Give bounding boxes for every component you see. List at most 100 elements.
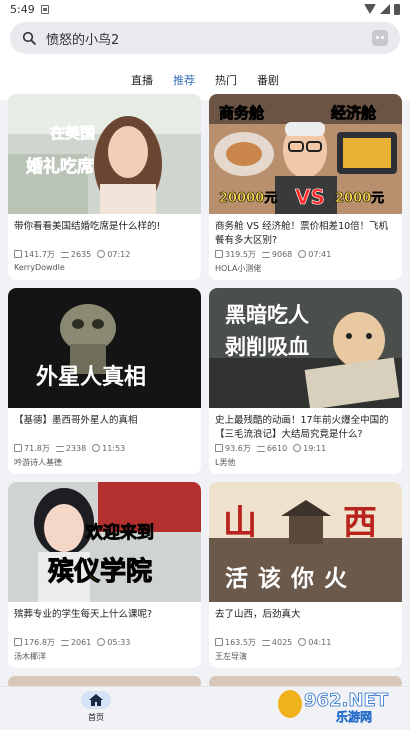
danmaku-icon xyxy=(256,446,265,452)
video-card[interactable]: 外星人真相 【基德】墨西哥外星人的真相 71.8万 2338 11:53 吟游诗… xyxy=(8,288,201,474)
video-thumbnail[interactable]: 山 西 活该你火 xyxy=(209,482,402,602)
author-name[interactable]: 吟游诗人基德 xyxy=(8,454,201,468)
video-stats: 176.8万 2061 05:33 xyxy=(8,636,201,648)
duration: 07:12 xyxy=(107,250,131,259)
home-icon[interactable] xyxy=(81,691,111,709)
danmaku-count: 2338 xyxy=(65,444,87,453)
video-title[interactable]: 带你看看美国结婚吃席是什么样的! xyxy=(8,214,201,248)
nav-home-label: 首页 xyxy=(88,713,104,722)
thumb-caption: 20000元 xyxy=(219,191,277,206)
play-count-icon xyxy=(215,444,223,452)
danmaku-icon xyxy=(60,640,69,646)
video-thumbnail[interactable]: 欢迎来到 殡仪学院 xyxy=(8,482,201,602)
thumb-caption: 经济舱 xyxy=(331,104,377,122)
thumb-caption: 2000元 xyxy=(335,191,384,206)
search-icon xyxy=(22,31,36,45)
watermark-text: 962.NET xyxy=(304,690,389,711)
wifi-icon xyxy=(364,4,376,14)
video-thumbnail[interactable]: 外星人真相 xyxy=(8,288,201,408)
duration: 11:53 xyxy=(102,444,126,453)
thumb-caption: 商务舱 xyxy=(219,104,265,122)
video-stats: 71.8万 2338 11:53 xyxy=(8,442,201,454)
author-name[interactable]: HOLA小测佬 xyxy=(209,260,402,274)
status-bar: 5:49 xyxy=(0,0,410,18)
thumb-caption: 欢迎来到 xyxy=(85,522,154,543)
site-watermark: 962.NET 乐游网 xyxy=(278,690,389,724)
danmaku-count: 4025 xyxy=(271,638,293,647)
duration: 19:11 xyxy=(303,444,327,453)
danmaku-count: 2635 xyxy=(70,250,92,259)
video-thumbnail[interactable]: 黑暗吃人 剥削吸血 xyxy=(209,288,402,408)
thumb-caption: 婚礼吃席 xyxy=(26,156,94,177)
video-title[interactable]: 【基德】墨西哥外星人的真相 xyxy=(8,408,201,442)
video-card[interactable]: 山 西 活该你火 去了山西，后劲真大 163.5万 4025 04:11 王左导… xyxy=(209,482,402,668)
thumb-caption: 外星人真相 xyxy=(36,364,146,390)
thumb-caption: 殡仪学院 xyxy=(48,556,152,587)
video-stats: 319.5万 9068 07:41 xyxy=(209,248,402,260)
thumb-caption: VS xyxy=(295,185,325,209)
danmaku-icon xyxy=(55,446,64,452)
clock-icon xyxy=(298,250,307,258)
video-card[interactable] xyxy=(8,676,201,686)
video-stats: 141.7万 2635 07:12 xyxy=(8,248,201,260)
video-thumbnail[interactable]: 在美国 婚礼吃席 xyxy=(8,94,201,214)
author-name[interactable]: 汤木椰洋 xyxy=(8,648,201,662)
danmaku-icon xyxy=(261,252,270,258)
view-count: 319.5万 xyxy=(225,250,256,259)
thumb-caption: 西 xyxy=(343,503,377,543)
danmaku-count: 6610 xyxy=(266,444,288,453)
clock-icon xyxy=(298,638,307,646)
signal-icon xyxy=(380,4,390,14)
view-count: 71.8万 xyxy=(24,444,50,453)
danmaku-icon xyxy=(60,252,69,258)
top-bar: 愤怒的小鸟2 xyxy=(0,18,410,54)
play-count-icon xyxy=(215,250,223,258)
video-card[interactable]: 在美国 婚礼吃席 带你看看美国结婚吃席是什么样的! 141.7万 2635 07… xyxy=(8,94,201,280)
author-name[interactable]: KerryDowdle xyxy=(8,260,201,272)
clock-icon xyxy=(92,444,101,452)
nav-home[interactable]: 首页 xyxy=(70,687,122,730)
danmaku-count: 9068 xyxy=(271,250,293,259)
video-title[interactable]: 去了山西，后劲真大 xyxy=(209,602,402,636)
view-count: 141.7万 xyxy=(24,250,55,259)
video-feed[interactable]: 在美国 婚礼吃席 带你看看美国结婚吃席是什么样的! 141.7万 2635 07… xyxy=(0,94,410,686)
video-card[interactable]: 欢迎来到 殡仪学院 殡葬专业的学生每天上什么课呢? 176.8万 2061 05… xyxy=(8,482,201,668)
thumb-caption: 山 xyxy=(223,503,257,543)
duration: 05:33 xyxy=(107,638,131,647)
video-title[interactable]: 殡葬专业的学生每天上什么课呢? xyxy=(8,602,201,636)
thumb-caption: 黑暗吃人 xyxy=(225,303,309,327)
search-input[interactable]: 愤怒的小鸟2 xyxy=(46,29,362,48)
thumb-caption: 活该你火 xyxy=(225,565,357,592)
clock-icon xyxy=(97,638,106,646)
video-thumbnail[interactable]: 商务舱 经济舱 20000元 VS 2000元 xyxy=(209,94,402,214)
robot-avatar-icon[interactable] xyxy=(372,30,388,46)
author-name[interactable]: L男他 xyxy=(209,454,402,468)
view-count: 163.5万 xyxy=(225,638,256,647)
view-count: 176.8万 xyxy=(24,638,55,647)
play-count-icon xyxy=(14,250,22,258)
status-time: 5:49 xyxy=(10,2,35,16)
video-title[interactable]: 史上最残酷的动画！17年前火爆全中国的【三毛流浪记】大结局究竟是什么? xyxy=(209,408,402,442)
notification-icon xyxy=(40,4,49,14)
play-count-icon xyxy=(14,444,22,452)
danmaku-count: 2061 xyxy=(70,638,92,647)
video-stats: 163.5万 4025 04:11 xyxy=(209,636,402,648)
watermark-sub: 乐游网 xyxy=(336,709,372,724)
video-card[interactable]: 黑暗吃人 剥削吸血 史上最残酷的动画！17年前火爆全中国的【三毛流浪记】大结局究… xyxy=(209,288,402,474)
clock-icon xyxy=(293,444,302,452)
clock-icon xyxy=(97,250,106,258)
view-count: 93.6万 xyxy=(225,444,251,453)
video-stats: 93.6万 6610 19:11 xyxy=(209,442,402,454)
author-name[interactable]: 王左导演 xyxy=(209,648,402,662)
thumb-caption: 在美国 xyxy=(50,124,95,142)
duration: 04:11 xyxy=(308,638,332,647)
video-card[interactable]: 商务舱 经济舱 20000元 VS 2000元 商务舱 VS 经济舱！票价相差1… xyxy=(209,94,402,280)
danmaku-icon xyxy=(261,640,270,646)
thumb-caption: 剥削吸血 xyxy=(225,335,309,359)
search-bar[interactable]: 愤怒的小鸟2 xyxy=(10,22,400,54)
play-count-icon xyxy=(215,638,223,646)
battery-icon xyxy=(394,3,400,15)
video-title[interactable]: 商务舱 VS 经济舱！票价相差10倍！飞机餐有多大区别? xyxy=(209,214,402,248)
play-count-icon xyxy=(14,638,22,646)
duration: 07:41 xyxy=(308,250,332,259)
